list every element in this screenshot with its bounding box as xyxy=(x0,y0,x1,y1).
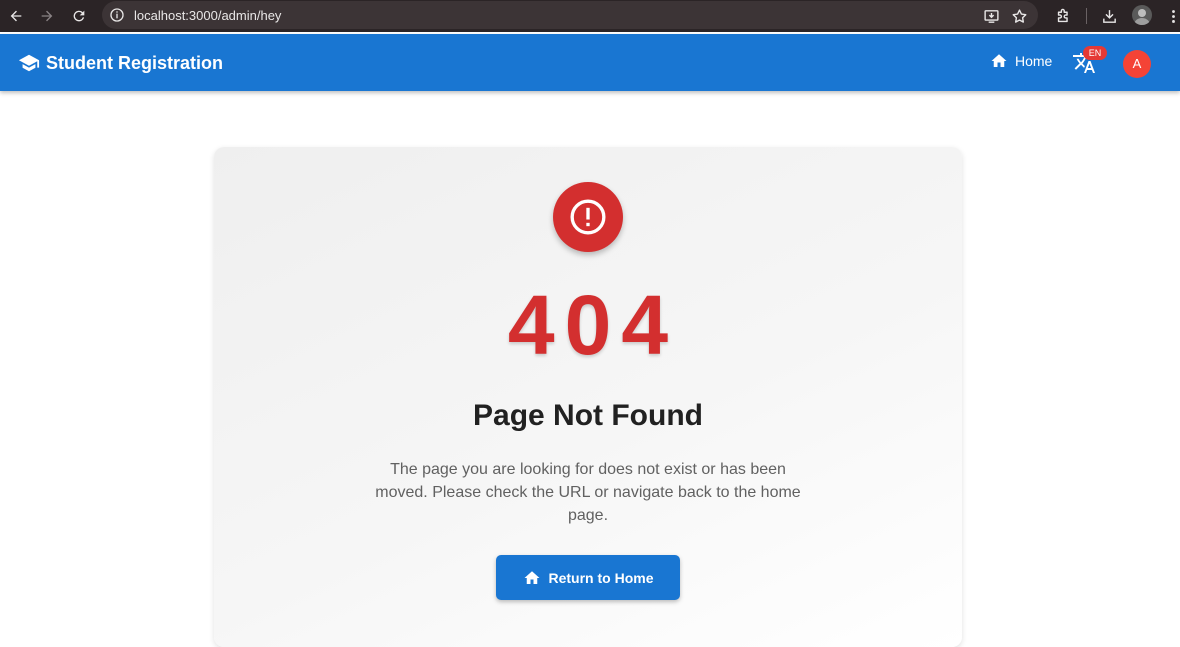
browser-profile-avatar[interactable] xyxy=(1132,5,1152,25)
reload-icon[interactable] xyxy=(69,6,89,26)
bookmark-star-icon[interactable] xyxy=(1009,6,1029,26)
browser-menu-icon[interactable] xyxy=(1163,6,1180,26)
extensions-icon[interactable] xyxy=(1053,6,1073,26)
error-code: 404 xyxy=(507,278,679,372)
home-nav-button[interactable]: Home xyxy=(990,52,1052,70)
return-home-label: Return to Home xyxy=(548,569,654,586)
user-avatar[interactable]: A xyxy=(1123,50,1151,78)
error-title: Page Not Found xyxy=(473,399,703,432)
graduation-cap-icon xyxy=(18,54,40,72)
back-icon[interactable] xyxy=(6,6,26,26)
forward-icon[interactable] xyxy=(37,6,57,26)
app-title: Student Registration xyxy=(46,52,224,73)
app-header: Student Registration Home EN A xyxy=(0,34,1180,91)
error-message: The page you are looking for does not ex… xyxy=(375,461,801,524)
browser-toolbar: localhost:3000/admin/hey xyxy=(0,0,1180,32)
site-info-icon[interactable] xyxy=(109,7,125,23)
toolbar-divider xyxy=(1086,8,1087,24)
language-badge: EN xyxy=(1083,46,1107,60)
home-icon xyxy=(991,54,1007,67)
error-badge xyxy=(553,182,623,252)
brand[interactable]: Student Registration xyxy=(18,52,223,74)
return-home-button[interactable]: Return to Home xyxy=(496,555,680,600)
download-icon[interactable] xyxy=(1099,6,1119,26)
address-bar[interactable]: localhost:3000/admin/hey xyxy=(102,1,1038,29)
install-app-icon[interactable] xyxy=(981,6,1001,26)
url-text: localhost:3000/admin/hey xyxy=(134,8,282,23)
not-found-card: 404 Page Not Found The page you are look… xyxy=(214,147,962,647)
home-nav-label: Home xyxy=(1015,53,1053,69)
home-icon xyxy=(524,570,539,584)
exclamation-circle-icon xyxy=(570,199,606,235)
